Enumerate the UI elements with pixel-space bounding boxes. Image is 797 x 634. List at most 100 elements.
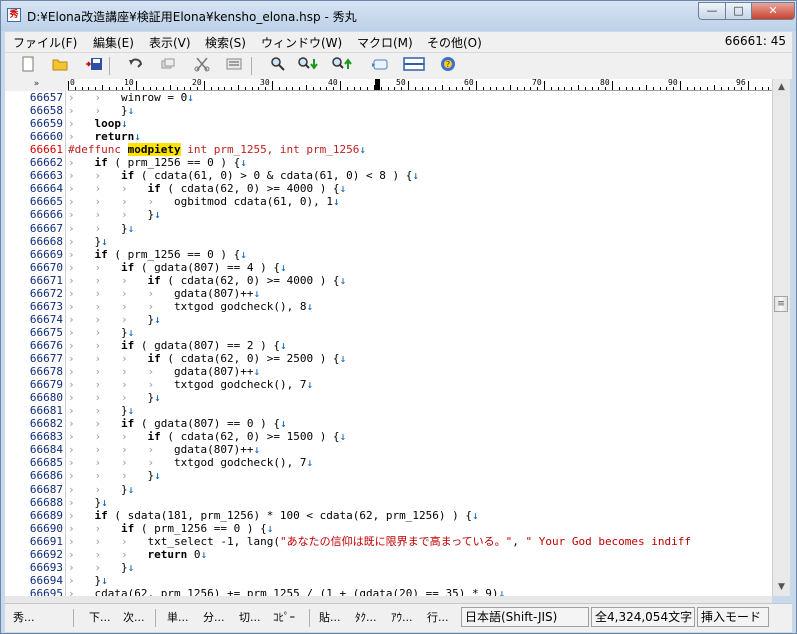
scroll-down-icon[interactable]: ▼	[773, 579, 790, 596]
code-line[interactable]: 66682 › › if ( gdata(807) == 0 ) {↓	[5, 417, 772, 430]
encoding-indicator[interactable]: 日本語(Shift-JIS)	[461, 607, 589, 627]
hidemaru-app-icon[interactable]: 秀	[7, 8, 21, 22]
insert-mode-indicator[interactable]: 挿入モード	[697, 607, 769, 627]
ruler-tick	[564, 87, 566, 90]
status-button[interactable]: 分...	[203, 608, 225, 628]
code-line[interactable]: 66684 › › › › gdata(807)++↓	[5, 443, 772, 456]
ruler-tick	[244, 87, 246, 90]
status-button[interactable]: ｺﾋﾟｰ	[273, 608, 295, 628]
minimize-button[interactable]: —	[698, 2, 726, 20]
search-next-icon[interactable]	[297, 56, 319, 76]
code-line[interactable]: 66685 › › › › txtgod godcheck(), 7↓	[5, 456, 772, 469]
code-line[interactable]: 66689 › if ( sdata(181, prm_1256) * 100 <…	[5, 509, 772, 522]
code-line[interactable]: 66660 › return↓	[5, 130, 772, 143]
code-line[interactable]: 66673 › › › › txtgod godcheck(), 8↓	[5, 300, 772, 313]
scroll-up-icon[interactable]: ▲	[773, 79, 790, 96]
status-button[interactable]: ﾀｸ...	[355, 608, 377, 628]
copy-icon[interactable]	[223, 56, 245, 76]
ruler-tick	[714, 85, 715, 90]
code-line[interactable]: 66694 › }↓	[5, 574, 772, 587]
code-line[interactable]: 66658 › › }↓	[5, 104, 772, 117]
code-line[interactable]: 66683 › › › if ( cdata(62, 0) >= 1500 ) {…	[5, 430, 772, 443]
code-line[interactable]: 66659 › loop↓	[5, 117, 772, 130]
title-bar[interactable]: 秀 D:¥Elona改造講座¥検証用Elona¥kensho_elona.hsp…	[1, 1, 796, 31]
code-line[interactable]: 66688 › }↓	[5, 496, 772, 509]
menu-window[interactable]: ウィンドウ(W)	[261, 34, 342, 51]
code-line[interactable]: 66681 › › }↓	[5, 404, 772, 417]
code-line[interactable]: 66669 › if ( prm_1256 == 0 ) {↓	[5, 248, 772, 261]
code-line[interactable]: 66677 › › › if ( cdata(62, 0) >= 2500 ) {…	[5, 352, 772, 365]
window-title: D:¥Elona改造講座¥検証用Elona¥kensho_elona.hsp -…	[27, 10, 357, 24]
menu-edit[interactable]: 編集(E)	[93, 34, 134, 51]
vertical-scrollbar[interactable]: ▲ ≡ ▼	[772, 79, 790, 596]
code-line[interactable]: 66690 › › if ( prm_1256 == 0 ) {↓	[5, 522, 772, 535]
code-line[interactable]: 66661 #deffunc modpiety int prm_1255, int…	[5, 143, 772, 157]
cut-icon[interactable]	[191, 56, 213, 76]
ruler-tick	[374, 85, 375, 90]
code-line[interactable]: 66662 › if ( prm_1256 == 0 ) {↓	[5, 156, 772, 169]
code-line[interactable]: 66691 › › › txt_select -1, lang("あなたの信仰は既…	[5, 535, 772, 548]
code-text: › }↓	[68, 234, 108, 248]
search-icon[interactable]	[267, 56, 289, 76]
line-number: 66665	[29, 195, 63, 209]
code-line[interactable]: 66674 › › › }↓	[5, 313, 772, 326]
open-folder-icon[interactable]	[49, 56, 71, 76]
code-line[interactable]: 66657 › › winrow = 0↓	[5, 91, 772, 104]
code-line[interactable]: 66676 › › if ( gdata(807) == 2 ) {↓	[5, 339, 772, 352]
ruler-tick	[686, 87, 688, 90]
ruler-tick	[482, 87, 484, 90]
code-line[interactable]: 66664 › › › if ( cdata(62, 0) >= 4000 ) {…	[5, 182, 772, 195]
maximize-button[interactable]: □	[725, 2, 752, 20]
status-button[interactable]: 下...	[89, 608, 111, 628]
code-line[interactable]: 66693 › › }↓	[5, 561, 772, 574]
grep-icon[interactable]	[369, 56, 391, 76]
status-button[interactable]: 秀...	[13, 608, 35, 628]
code-line[interactable]: 66695 › cdata(62, prm_1256) += prm_1255 /…	[5, 587, 772, 596]
status-button[interactable]: ｱｳ...	[391, 608, 413, 628]
ruler-tick	[95, 87, 97, 90]
code-line[interactable]: 66678 › › › › gdata(807)++↓	[5, 365, 772, 378]
line-number: 66692	[29, 547, 63, 561]
status-button[interactable]: 行...	[427, 608, 449, 628]
code-text: › › › }↓	[68, 208, 161, 222]
code-line[interactable]: 66687 › › }↓	[5, 483, 772, 496]
scroll-thumb[interactable]: ≡	[774, 296, 788, 312]
code-line[interactable]: 66671 › › › if ( cdata(62, 0) >= 4000 ) {…	[5, 274, 772, 287]
status-button[interactable]: 次...	[123, 608, 145, 628]
menu-other[interactable]: その他(O)	[427, 34, 482, 51]
code-line[interactable]: 66663 › › if ( cdata(61, 0) > 0 & cdata(6…	[5, 169, 772, 182]
code-line[interactable]: 66670 › › if ( gdata(807) == 4 ) {↓	[5, 261, 772, 274]
menu-macro[interactable]: マクロ(M)	[357, 34, 413, 51]
ruler-tick	[510, 85, 511, 90]
close-button[interactable]: ✕	[751, 2, 795, 20]
status-button[interactable]: 貼...	[319, 608, 341, 628]
ruler-tick	[476, 81, 477, 90]
code-text: › › › return 0↓	[68, 547, 208, 561]
save-icon[interactable]	[83, 56, 105, 76]
code-line[interactable]: 66686 › › › }↓	[5, 469, 772, 482]
code-line[interactable]: 66668 › }↓	[5, 235, 772, 248]
code-line[interactable]: 66667 › › }↓	[5, 222, 772, 235]
undo-icon[interactable]	[125, 56, 147, 76]
code-line[interactable]: 66675 › › }↓	[5, 326, 772, 339]
menu-view[interactable]: 表示(V)	[149, 34, 191, 51]
ruler-tick	[387, 87, 389, 90]
help-icon[interactable]: ?	[437, 56, 459, 76]
redo-icon[interactable]	[157, 56, 179, 76]
status-button[interactable]: 単...	[167, 608, 189, 628]
code-line[interactable]: 66692 › › › return 0↓	[5, 548, 772, 561]
menu-search[interactable]: 検索(S)	[205, 34, 246, 51]
menu-file[interactable]: ファイル(F)	[13, 34, 77, 51]
text-editor[interactable]: 66657 › › winrow = 0↓ 66658 › › }↓ 66659 › lo…	[5, 91, 772, 596]
status-button[interactable]: 切...	[239, 608, 261, 628]
search-prev-icon[interactable]	[331, 56, 353, 76]
new-file-icon[interactable]	[17, 56, 39, 76]
ruler-tick	[238, 85, 239, 90]
code-line[interactable]: 66666 › › › }↓	[5, 208, 772, 221]
code-line[interactable]: 66672 › › › › gdata(807)++↓	[5, 287, 772, 300]
window-split-icon[interactable]	[403, 56, 425, 76]
code-line[interactable]: 66680 › › › }↓	[5, 391, 772, 404]
code-line[interactable]: 66665 › › › › ogbitmod cdata(61, 0), 1↓	[5, 195, 772, 208]
code-line[interactable]: 66679 › › › › txtgod godcheck(), 7↓	[5, 378, 772, 391]
ruler-tick	[74, 87, 76, 90]
